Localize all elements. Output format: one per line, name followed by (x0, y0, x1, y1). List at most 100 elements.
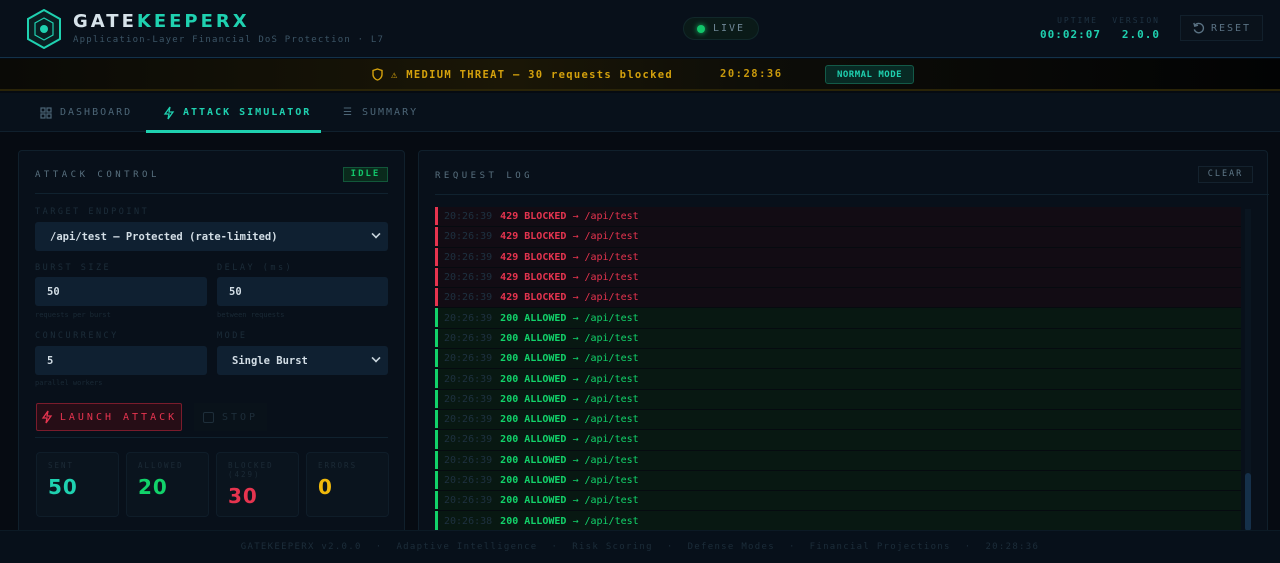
log-time: 20:26:39 (444, 434, 493, 446)
delay-hint: between requests (217, 311, 285, 319)
log-path: → /api/test (572, 475, 639, 486)
tab-label: ATTACK SIMULATOR (183, 107, 312, 118)
threat-time: 20:28:36 (720, 68, 783, 80)
log-status: 429 BLOCKED (500, 211, 567, 223)
log-path: → /api/test (572, 211, 639, 223)
log-entry: 20:26:39 200 ALLOWED → /api/test (435, 369, 1241, 390)
log-path: → /api/test (572, 373, 639, 385)
log-time: 20:26:38 (444, 515, 493, 527)
burst-size-input[interactable]: 50 (35, 277, 207, 306)
tab-label: SUMMARY (361, 107, 419, 118)
log-entry: 20:26:39 200 ALLOWED → /api/test (435, 450, 1241, 471)
log-time: 20:26:39 (444, 414, 493, 426)
footer-separator: · (964, 542, 972, 552)
concurrency-value: 5 (47, 354, 54, 367)
reset-label: RESET (1210, 22, 1252, 34)
target-endpoint-select[interactable]: /api/test — Protected (rate-limited) (35, 222, 388, 251)
burst-hint: requests per burst (35, 311, 111, 319)
reset-button[interactable]: RESET (1180, 15, 1263, 41)
log-status: 429 BLOCKED (500, 231, 567, 243)
threat-banner: ⚠ MEDIUM THREAT — 30 requests blocked 20… (0, 59, 1280, 91)
threat-message: ⚠ MEDIUM THREAT — 30 requests blocked (372, 68, 673, 81)
log-entry: 20:26:39 200 ALLOWED → /api/test (435, 470, 1241, 492)
log-entry: 20:26:38 200 ALLOWED → /api/test (435, 511, 1241, 532)
log-status: 200 ALLOWED (500, 393, 567, 405)
tab-dashboard[interactable]: DASHBOARD (40, 93, 132, 132)
log-entry: 20:26:39 429 BLOCKED → /api/test (435, 207, 1241, 228)
lightning-icon (163, 106, 175, 119)
version-value: 2.0.0 (1121, 28, 1160, 41)
request-log-panel: REQUEST LOG CLEAR 20:26:39 429 BLOCKED → … (418, 150, 1269, 545)
stop-button[interactable]: STOP (194, 403, 267, 431)
log-entry: 20:26:39 429 BLOCKED → /api/test (435, 227, 1241, 248)
brand-title: GATEKEEPERX (73, 11, 250, 32)
delay-input[interactable]: 50 (217, 277, 388, 306)
footer-item: Defense Modes (687, 542, 775, 552)
log-entry: 20:26:39 200 ALLOWED → /api/test (435, 328, 1241, 350)
app-header: GATEKEEPERX Application-Layer Financial … (0, 0, 1280, 58)
log-time: 20:26:39 (444, 211, 493, 223)
footer-item: Adaptive Intelligence (396, 542, 538, 552)
footer-item: Financial Projections (809, 542, 951, 552)
log-time: 20:26:39 (444, 373, 493, 385)
stat-card-sent: SENT 50 (36, 452, 119, 517)
mode-label: MODE (217, 331, 248, 341)
log-status: 429 BLOCKED (500, 272, 567, 284)
footer-separator: · (666, 542, 674, 552)
log-path: → /api/test (572, 332, 639, 344)
log-path: → /api/test (572, 454, 639, 466)
log-entry: 20:26:39 200 ALLOWED → /api/test (435, 491, 1241, 512)
footer-item: GATEKEEPERX v2.0.0 (240, 542, 362, 552)
log-path: → /api/test (572, 353, 639, 365)
clear-button[interactable]: CLEAR (1198, 166, 1253, 183)
log-time: 20:26:39 (444, 292, 493, 304)
log-status: 200 ALLOWED (500, 495, 567, 507)
log-entry: 20:26:39 200 ALLOWED → /api/test (435, 409, 1241, 431)
live-label: LIVE (713, 23, 746, 34)
log-status: 429 BLOCKED (500, 292, 567, 304)
log-status: 200 ALLOWED (500, 332, 567, 344)
stat-card-blocked: BLOCKED (429) 30 (216, 452, 299, 517)
launch-attack-button[interactable]: LAUNCH ATTACK (36, 403, 182, 431)
log-path: → /api/test (572, 434, 639, 446)
concurrency-input[interactable]: 5 (35, 346, 207, 375)
shield-icon (372, 68, 383, 81)
log-time: 20:26:39 (444, 393, 493, 405)
tagline: Application-Layer Financial DoS Protecti… (73, 35, 385, 45)
footer-item: Risk Scoring (572, 542, 653, 552)
log-path: → /api/test (572, 393, 639, 405)
log-entry: 20:26:39 429 BLOCKED → /api/test (435, 267, 1241, 289)
footer-separator: · (551, 542, 559, 552)
concurrency-hint: parallel workers (35, 379, 103, 387)
uptime-value: 00:02:07 (1040, 28, 1101, 41)
stat-value: 20 (138, 475, 168, 499)
log-time: 20:26:39 (444, 332, 493, 344)
attack-control-panel: ATTACK CONTROL IDLE TARGET ENDPOINT /api… (18, 150, 405, 545)
log-scrollbar[interactable] (1245, 209, 1251, 531)
tab-attack-simulator[interactable]: ATTACK SIMULATOR (146, 93, 321, 133)
stat-value: 30 (228, 484, 258, 508)
concurrency-label: CONCURRENCY (35, 331, 119, 341)
stat-label: BLOCKED (429) (228, 461, 274, 479)
log-time: 20:26:39 (444, 495, 493, 507)
delay-value: 50 (229, 285, 242, 298)
nav-tabs: DASHBOARD ATTACK SIMULATOR ☰ SUMMARY (0, 93, 1280, 133)
burst-label: BURST SIZE (35, 263, 112, 273)
mode-value: Single Burst (232, 354, 308, 367)
stat-value: 50 (48, 475, 78, 499)
log-status: 200 ALLOWED (500, 515, 567, 527)
stat-card-allowed: ALLOWED 20 (126, 452, 209, 517)
tab-summary[interactable]: ☰ SUMMARY (343, 93, 418, 132)
log-entry: 20:26:39 200 ALLOWED → /api/test (435, 389, 1241, 410)
version: VERSION 2.0.0 (1110, 16, 1160, 41)
scrollbar-thumb[interactable] (1245, 473, 1251, 531)
request-log-list: 20:26:39 429 BLOCKED → /api/test 20:26:39 4… (435, 207, 1241, 537)
version-label: VERSION (1112, 16, 1160, 25)
log-status: 200 ALLOWED (500, 475, 567, 486)
tab-label: DASHBOARD (60, 107, 133, 118)
panel-title: REQUEST LOG (435, 171, 534, 181)
target-value: /api/test — Protected (rate-limited) (50, 230, 278, 243)
log-entry: 20:26:39 429 BLOCKED → /api/test (435, 247, 1241, 268)
log-status: 429 BLOCKED (500, 251, 567, 263)
mode-select[interactable]: Single Burst (217, 346, 388, 375)
